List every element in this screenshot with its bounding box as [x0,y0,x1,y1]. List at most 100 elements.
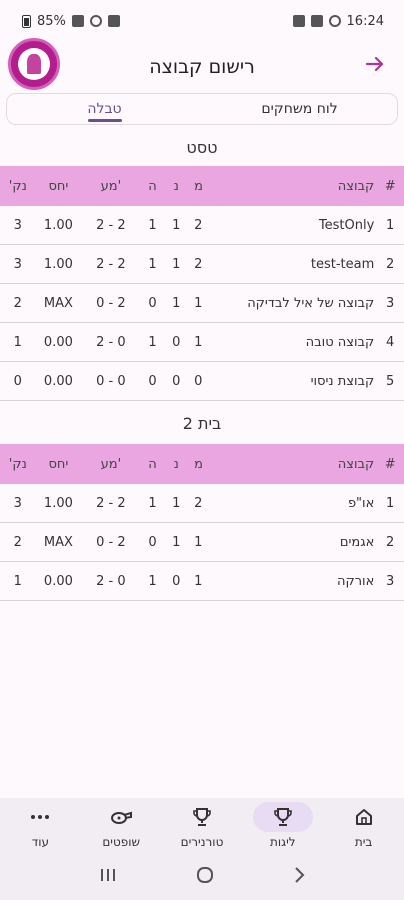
app-header: רישום קבוצה [0,42,404,92]
cell-wins: 1 [172,534,181,550]
table-row[interactable]: 3 אורקה 1 0 1 2 - 0 0.00 1 [0,562,404,601]
recent-apps-icon[interactable] [99,867,117,888]
cell-goals: 0 - 2 [96,295,126,311]
col-goals: מע' [100,456,122,472]
cell-goals: 2 - 2 [96,495,126,511]
tab-table-label: טבלה [87,101,122,117]
table-row[interactable]: 5 קבוצת ניסוי 0 0 0 0 - 0 0.00 0 [0,362,404,401]
col-losses: ה [148,456,157,472]
table-row[interactable]: 3 קבוצה של איל לבדיקה 1 1 0 0 - 2 MAX 2 [0,284,404,323]
col-wins: נ [173,456,179,472]
col-team: קבוצה [337,456,375,472]
cell-points: 1 [13,334,22,350]
table-header: # קבוצה מ נ ה מע' יחס נק' [0,444,404,484]
cell-team: test-team [310,256,375,272]
cell-team: או"פ [347,495,375,511]
table-header: # קבוצה מ נ ה מע' יחס נק' [0,166,404,206]
col-games: מ [194,456,203,472]
alarm-icon [328,15,341,27]
col-ratio: יחס [48,456,69,472]
back-arrow-icon[interactable] [362,52,388,78]
cell-losses: 1 [148,256,157,272]
standings-table: # קבוצה מ נ ה מע' יחס נק' 1 TestOnly 2 1… [0,166,404,401]
cell-goals: 2 - 2 [96,217,126,233]
cell-games: 0 [194,373,203,389]
cell-rank: 2 [386,256,395,272]
table-row[interactable]: 1 או"פ 2 1 1 2 - 2 1.00 3 [0,484,404,523]
cell-ratio: 1.00 [43,495,73,511]
cell-goals: 0 - 0 [96,373,126,389]
cell-team: TestOnly [318,217,375,233]
app-notification-icon [292,15,305,27]
cell-games: 2 [194,256,203,272]
standings-table: # קבוצה מ נ ה מע' יחס נק' 1 או"פ 2 1 1 2… [0,444,404,601]
cell-goals: 2 - 2 [96,256,126,272]
cell-wins: 1 [172,256,181,272]
house-icon [355,809,372,825]
nav-more-label: עוד [31,835,50,849]
nav-home-label: בית [354,835,373,849]
tab-schedule-label: לוח משחקים [261,101,338,117]
cell-losses: 0 [148,373,157,389]
cell-wins: 1 [172,295,181,311]
cell-ratio: MAX [43,534,73,550]
col-rank: # [384,178,396,194]
system-navigation-bar [0,855,404,900]
group-title: בית 2 [182,414,222,433]
cell-points: 1 [13,573,22,589]
cell-points: 3 [13,256,22,272]
wifi-icon [89,15,102,27]
nav-home[interactable]: בית [323,798,404,855]
cell-rank: 3 [386,573,395,589]
cell-points: 3 [13,495,22,511]
cell-rank: 1 [386,217,395,233]
col-games: מ [194,178,203,194]
cell-rank: 1 [386,495,395,511]
dots-icon [31,815,50,819]
table-row[interactable]: 2 אגמים 1 1 0 0 - 2 MAX 2 [0,523,404,562]
nav-tournaments[interactable]: טורנירים [162,798,243,855]
cell-rank: 4 [386,334,395,350]
logo-emblem [18,48,50,80]
tab-table[interactable]: טבלה [7,94,202,124]
cell-games: 1 [194,534,203,550]
cell-team: אורקה [336,573,375,589]
status-left: 85% [22,14,120,29]
table-row[interactable]: 4 קבוצה טובה 1 0 1 2 - 0 0.00 1 [0,323,404,362]
col-points: נק' [8,178,27,194]
nav-more[interactable]: עוד [0,798,81,855]
col-points: נק' [8,456,27,472]
nav-leagues[interactable]: ליגות [242,798,323,855]
cell-team: קבוצת ניסוי [310,373,375,389]
notification-icon [107,15,120,27]
league-logo [8,38,60,90]
cell-games: 1 [194,295,203,311]
cell-games: 2 [194,217,203,233]
col-losses: ה [148,178,157,194]
cell-losses: 0 [148,295,157,311]
table-row[interactable]: 2 test-team 2 1 1 2 - 2 1.00 3 [0,245,404,284]
cell-goals: 2 - 0 [96,573,126,589]
col-team: קבוצה [337,178,375,194]
clock: 16:24 [346,13,384,29]
cell-wins: 1 [172,495,181,511]
cell-goals: 0 - 2 [96,534,126,550]
tab-schedule[interactable]: לוח משחקים [202,94,397,124]
cell-ratio: 0.00 [43,373,73,389]
cell-points: 2 [13,534,22,550]
home-icon [334,802,394,832]
table-row[interactable]: 1 TestOnly 2 1 1 2 - 2 1.00 3 [0,206,404,245]
trophy-icon [172,802,232,832]
col-wins: נ [173,178,179,194]
bottom-navigation: עוד שופטים טורנירים ליגות בית [0,798,404,855]
cell-team: קבוצה של איל לבדיקה [247,295,375,311]
nav-referees[interactable]: שופטים [81,798,162,855]
back-button-icon[interactable] [293,866,305,889]
cell-ratio: 0.00 [43,334,73,350]
cell-rank: 2 [386,534,395,550]
home-button-icon[interactable] [196,866,214,889]
battery-icon [22,14,31,28]
nav-referees-label: שופטים [102,835,141,849]
cell-points: 2 [13,295,22,311]
cell-games: 1 [194,573,203,589]
